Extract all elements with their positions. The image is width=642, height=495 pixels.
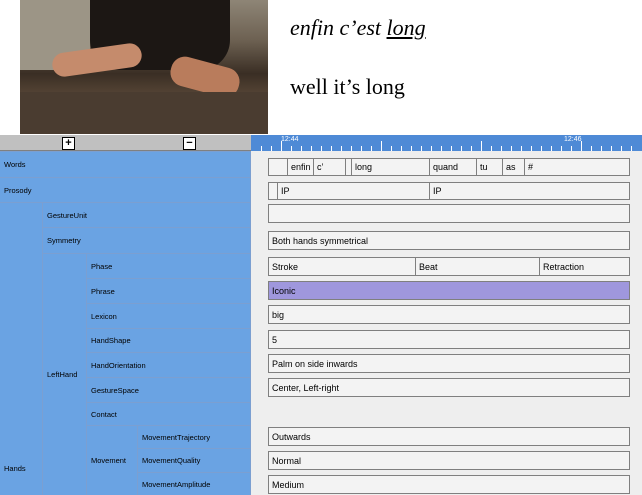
tier-label-phrase[interactable]: Phrase [87,279,250,303]
tier-label-movement-amplitude[interactable]: MovementAmplitude [138,473,250,495]
ruler-tick [571,146,572,151]
ruler-tick [561,146,562,151]
ruler-tick [411,146,412,151]
annotation-symmetry[interactable]: Both hands symmetrical [268,231,630,250]
ruler-tick [391,146,392,151]
annotation-hand-orientation[interactable]: Palm on side inwards [268,354,630,373]
signer-legs [20,92,268,134]
ruler-tick [421,146,422,151]
ruler-tick [531,146,532,151]
ruler-tick [601,146,602,151]
annotation-words[interactable]: enfin c’ long quand tu as # [268,158,630,176]
ruler-tick [481,141,482,151]
tier-label-movement[interactable]: Movement [87,426,137,495]
tier-label-gesture-space[interactable]: GestureSpace [87,378,250,402]
word-segment[interactable]: tu [476,159,502,175]
time-label-start: 12:44 [281,136,299,143]
word-segment[interactable]: long [351,159,429,175]
tier-label-movement-quality[interactable]: MovementQuality [138,449,250,472]
word-segment[interactable]: c’ [313,159,345,175]
word-segment[interactable]: as [502,159,524,175]
annotation-hand-shape[interactable]: 5 [268,330,630,349]
tier-label-contact[interactable]: Contact [87,403,250,425]
annotation-movement-amplitude[interactable]: Medium [268,475,630,494]
ruler-tick [401,146,402,151]
annotation-prosody[interactable]: IP IP [268,182,630,200]
word-segment-blank[interactable] [269,159,287,175]
video-frame [20,0,268,134]
ruler-tick [381,141,382,151]
ruler-tick [511,146,512,151]
ruler-tick [261,146,262,151]
ruler-tick [291,146,292,151]
ruler-tick [271,146,272,151]
french-transcript: enfin c’est long [290,15,426,41]
ruler-tick [551,146,552,151]
tier-label-phase[interactable]: Phase [87,254,250,278]
phase-segment[interactable]: Beat [415,258,539,275]
tier-label-hand-orientation[interactable]: HandOrientation [87,353,250,377]
tier-label-words[interactable]: Words [0,152,250,177]
word-segment[interactable]: # [524,159,631,175]
word-segment[interactable]: enfin [287,159,313,175]
zoom-bar: + − [0,135,251,151]
ruler-tick [431,146,432,151]
tier-label-left-hand[interactable]: LeftHand [43,254,86,495]
ruler-tick [591,146,592,151]
ruler-tick [451,146,452,151]
annotation-gesture-space[interactable]: Center, Left-right [268,378,630,397]
ruler-tick [501,146,502,151]
ruler-tick [631,146,632,151]
ruler-tick [281,141,282,151]
zoom-in-button[interactable]: + [62,137,75,150]
english-translation: well it’s long [290,74,405,99]
prosody-segment[interactable]: IP [277,183,429,199]
ruler-tick [461,146,462,151]
ruler-tick [441,146,442,151]
ruler-tick [331,146,332,151]
tier-label-gesture-unit[interactable]: GestureUnit [43,203,250,227]
ruler-tick [321,146,322,151]
ruler-tick [541,146,542,151]
prosody-segment[interactable]: IP [429,183,631,199]
phase-segment[interactable]: Stroke [269,258,415,275]
zoom-out-button[interactable]: − [183,137,196,150]
annotation-lexicon[interactable]: big [268,305,630,324]
ruler-tick [341,146,342,151]
french-prefix: enfin c’est [290,15,387,40]
annotation-movement-trajectory[interactable]: Outwards [268,427,630,446]
tier-label-symmetry[interactable]: Symmetry [43,228,250,253]
tier-label-hand-shape[interactable]: HandShape [87,329,250,352]
ruler-tick [311,146,312,151]
tier-label-lexicon[interactable]: Lexicon [87,304,250,328]
annotation-movement-quality[interactable]: Normal [268,451,630,470]
tier-label-movement-trajectory[interactable]: MovementTrajectory [138,426,250,448]
ruler-tick [371,146,372,151]
ruler-tick [611,146,612,151]
ruler-tick [361,146,362,151]
time-ruler[interactable]: 12:44 12:46 [251,135,642,151]
annotation-gesture-unit[interactable] [268,204,630,223]
tier-label-hands[interactable]: Hands [0,203,42,495]
ruler-tick [621,146,622,151]
word-segment[interactable]: quand [429,159,476,175]
tier-label-prosody[interactable]: Prosody [0,178,250,202]
phase-segment[interactable]: Retraction [539,258,631,275]
ruler-tick [491,146,492,151]
annotation-phrase[interactable]: Iconic [268,281,630,300]
french-underlined-word: long [386,15,426,40]
ruler-tick [521,146,522,151]
prosody-segment-blank[interactable] [269,183,277,199]
ruler-tick [351,146,352,151]
time-label-end: 12:46 [564,136,582,143]
ruler-tick [471,146,472,151]
ruler-tick [581,141,582,151]
annotation-phase[interactable]: Stroke Beat Retraction [268,257,630,276]
ruler-tick [301,146,302,151]
